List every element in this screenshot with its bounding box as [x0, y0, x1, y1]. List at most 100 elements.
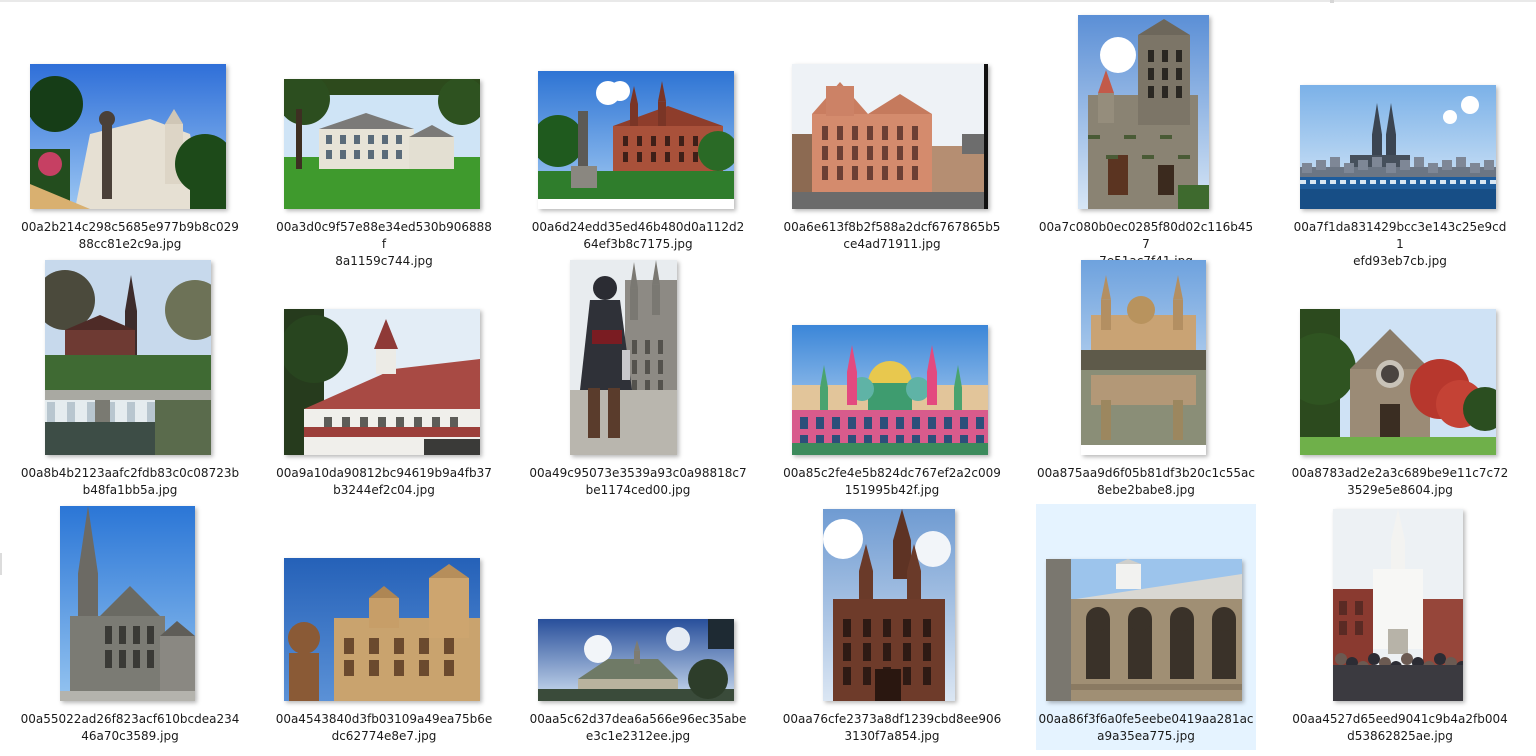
- file-name-line1: 00aa4527d65eed9041c9b4a2fb004: [1292, 712, 1508, 726]
- file-item[interactable]: 00a85c2fe4e5b824dc767ef2a2c009 151995b42f…: [782, 258, 1002, 504]
- thumbnail-image: [570, 260, 677, 455]
- image-thumbnail[interactable]: [284, 79, 480, 209]
- image-thumbnail[interactable]: [538, 71, 734, 209]
- thumbnail-image: [284, 309, 480, 455]
- image-thumbnail[interactable]: [45, 260, 211, 455]
- file-name-line2: 64ef3b8c7175.jpg: [583, 237, 693, 251]
- thumbnail-area: [782, 258, 1002, 463]
- thumbnail-image: [1300, 309, 1496, 455]
- file-item[interactable]: 00a4543840d3fb03109a49ea75b6e dc62774e8e7…: [274, 504, 494, 750]
- file-name-label: 00a4543840d3fb03109a49ea75b6e dc62774e8e7…: [274, 711, 494, 745]
- file-item[interactable]: 00a875aa9d6f05b81df3b20c1c55ac 8ebe2babe8…: [1036, 258, 1256, 504]
- thumbnail-image: [1046, 559, 1242, 701]
- file-name-line1: 00aa86f3f6a0fe5eebe0419aa281ac: [1038, 712, 1254, 726]
- image-thumbnail[interactable]: [1078, 15, 1209, 209]
- file-item[interactable]: 00a2b214c298c5685e977b9b8c029 88cc81e2c9a…: [20, 12, 240, 258]
- file-name-line1: 00a85c2fe4e5b824dc767ef2a2c009: [783, 466, 1001, 480]
- image-thumbnail[interactable]: [823, 509, 955, 701]
- file-name-label: 00a6d24edd35ed46b480d0a112d2 64ef3b8c7175…: [528, 219, 748, 253]
- file-explorer-content-pane[interactable]: 00a2b214c298c5685e977b9b8c029 88cc81e2c9a…: [0, 0, 1536, 756]
- file-item[interactable]: 00a55022ad26f823acf610bcdea234 46a70c3589…: [20, 504, 240, 750]
- file-name-line1: 00a6e613f8b2f588a2dcf6767865b5: [783, 220, 1001, 234]
- file-name-label: 00a875aa9d6f05b81df3b20c1c55ac 8ebe2babe8…: [1036, 465, 1256, 499]
- file-item[interactable]: 00a6d24edd35ed46b480d0a112d2 64ef3b8c7175…: [528, 12, 748, 258]
- file-name-line2: 151995b42f.jpg: [844, 483, 940, 497]
- file-name-line1: 00aa76cfe2373a8df1239cbd8ee906: [782, 712, 1002, 726]
- file-name-line2: b3244ef2c04.jpg: [333, 483, 435, 497]
- file-name-line2: e3c1e2312ee.jpg: [585, 729, 691, 743]
- file-name-label: 00a8b4b2123aafc2fdb83c0c08723b b48fa1bb5a…: [20, 465, 240, 499]
- file-item[interactable]: 00a7c080b0ec0285f80d02c116b4577e51ac7f41…: [1036, 12, 1256, 268]
- file-name-line2: 88cc81e2c9a.jpg: [78, 237, 182, 251]
- file-item[interactable]: 00a3d0c9f57e88e34ed530b906888f 8a1159c744…: [274, 12, 494, 268]
- file-name-label: 00a8783ad2e2a3c689be9e11c7c72 3529e5e8604…: [1290, 465, 1510, 499]
- thumbnail-area: [274, 504, 494, 709]
- file-name-label: 00aa86f3f6a0fe5eebe0419aa281ac a9a35ea775…: [1036, 711, 1256, 745]
- thumbnail-image: [284, 79, 480, 209]
- thumbnail-area: [1036, 504, 1256, 709]
- thumbnail-image: [823, 509, 955, 701]
- file-name-line2: be1174ced00.jpg: [585, 483, 691, 497]
- image-thumbnail[interactable]: [1081, 260, 1206, 455]
- file-name-line1: 00a9a10da90812bc94619b9a4fb37: [276, 466, 492, 480]
- file-name-line2: dc62774e8e7.jpg: [331, 729, 437, 743]
- thumbnail-area: [528, 258, 748, 463]
- thumbnail-image: [1300, 85, 1496, 209]
- file-item[interactable]: 00a7f1da831429bcc3e143c25e9cd1 efd93eb7cb…: [1290, 12, 1510, 268]
- file-name-line2: 8ebe2babe8.jpg: [1097, 483, 1195, 497]
- thumbnail-image: [284, 558, 480, 701]
- thumbnail-area: [528, 504, 748, 709]
- thumbnail-image: [1333, 509, 1463, 701]
- thumbnail-image: [45, 260, 211, 455]
- thumbnail-image: [792, 325, 988, 455]
- column-divider-mark: [1330, 0, 1334, 3]
- file-item[interactable]: 00aa86f3f6a0fe5eebe0419aa281ac a9a35ea775…: [1036, 504, 1256, 750]
- image-thumbnail[interactable]: [792, 325, 988, 455]
- file-name-label: 00a49c95073e3539a93c0a98818c7 be1174ced00…: [528, 465, 748, 499]
- file-name-line1: 00a4543840d3fb03109a49ea75b6e: [275, 712, 493, 726]
- image-thumbnail[interactable]: [284, 309, 480, 455]
- thumbnail-area: [782, 12, 1002, 217]
- thumbnail-area: [528, 12, 748, 217]
- thumbnail-area: [20, 258, 240, 463]
- file-name-line1: 00a49c95073e3539a93c0a98818c7: [529, 466, 747, 480]
- thumbnail-area: [20, 12, 240, 217]
- thumbnail-area: [1290, 12, 1510, 217]
- file-item[interactable]: 00aa76cfe2373a8df1239cbd8ee906 3130f7a854…: [782, 504, 1002, 750]
- thumbnail-area: [782, 504, 1002, 709]
- file-item[interactable]: 00a8783ad2e2a3c689be9e11c7c72 3529e5e8604…: [1290, 258, 1510, 504]
- file-item[interactable]: 00a9a10da90812bc94619b9a4fb37 b3244ef2c04…: [274, 258, 494, 504]
- thumbnail-area: [1290, 258, 1510, 463]
- file-name-line1: 00aa5c62d37dea6a566e96ec35abe: [529, 712, 747, 726]
- file-name-line1: 00a6d24edd35ed46b480d0a112d2: [531, 220, 745, 234]
- thumbnail-area: [1036, 12, 1256, 217]
- image-thumbnail[interactable]: [1300, 309, 1496, 455]
- image-thumbnail[interactable]: [1300, 85, 1496, 209]
- thumbnail-area: [274, 258, 494, 463]
- image-thumbnail[interactable]: [284, 558, 480, 701]
- image-thumbnail[interactable]: [792, 64, 988, 209]
- thumbnail-image: [60, 506, 195, 701]
- image-thumbnail[interactable]: [30, 64, 226, 209]
- thumbnail-image: [1078, 15, 1209, 209]
- file-item[interactable]: 00a49c95073e3539a93c0a98818c7 be1174ced00…: [528, 258, 748, 504]
- image-thumbnail[interactable]: [60, 506, 195, 701]
- file-name-line1: 00a8b4b2123aafc2fdb83c0c08723b: [20, 466, 240, 480]
- file-item[interactable]: 00aa5c62d37dea6a566e96ec35abe e3c1e2312ee…: [528, 504, 748, 750]
- file-name-line1: 00a7c080b0ec0285f80d02c116b457: [1038, 220, 1254, 251]
- thumbnail-area: [20, 504, 240, 709]
- file-name-line1: 00a875aa9d6f05b81df3b20c1c55ac: [1037, 466, 1255, 480]
- thumbnail-area: [1290, 504, 1510, 709]
- image-thumbnail[interactable]: [570, 260, 677, 455]
- file-item[interactable]: 00a8b4b2123aafc2fdb83c0c08723b b48fa1bb5a…: [20, 258, 240, 504]
- file-item[interactable]: 00aa4527d65eed9041c9b4a2fb004 d53862825ae…: [1290, 504, 1510, 750]
- file-name-line2: ce4ad71911.jpg: [843, 237, 941, 251]
- thumbnail-image: [1081, 260, 1206, 455]
- image-thumbnail[interactable]: [1333, 509, 1463, 701]
- top-divider: [0, 0, 1536, 2]
- file-item[interactable]: 00a6e613f8b2f588a2dcf6767865b5 ce4ad71911…: [782, 12, 1002, 258]
- image-thumbnail[interactable]: [1046, 559, 1242, 701]
- file-name-line2: 3529e5e8604.jpg: [1347, 483, 1453, 497]
- thumbnail-area: [1036, 258, 1256, 463]
- image-thumbnail[interactable]: [538, 619, 734, 701]
